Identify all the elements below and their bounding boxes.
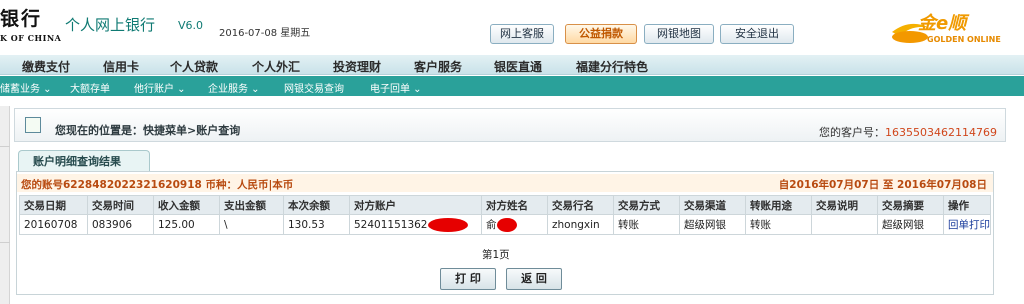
result-panel: 您的账号6228482022321620918 币种：人民币|本币 自2016年… — [16, 171, 994, 295]
breadcrumb: 您现在的位置是：快捷菜单>账户查询 您的客户号：1635503462114769 — [14, 108, 1006, 142]
back-button[interactable]: 返 回 — [506, 268, 562, 290]
account-summary: 您的账号6228482022321620918 币种：人民币|本币 — [21, 179, 294, 191]
redaction-mark — [427, 217, 468, 232]
left-gutter — [0, 106, 10, 304]
col-summary: 交易摘要 — [877, 195, 944, 215]
cell-summary: 超级网银 — [877, 214, 944, 235]
golden-online-logo-en: GOLDEN ONLINE — [927, 35, 1001, 44]
logout-button[interactable]: 安全退出 — [720, 24, 794, 44]
bank-logo-english: K OF CHINA — [0, 33, 62, 43]
col-counter-account: 对方账户 — [349, 195, 482, 215]
nav-investment[interactable]: 投资理财 — [333, 58, 381, 75]
main-nav: 缴费支付 信用卡 个人贷款 个人外汇 投资理财 客户服务 银医直通 福建分行特色 — [0, 55, 1024, 75]
cell-description — [811, 214, 878, 235]
col-operation: 操作 — [943, 195, 991, 215]
table-row: 20160708 083906 125.00 \ 130.53 52401151… — [19, 214, 991, 235]
cell-time: 083906 — [87, 214, 154, 235]
cell-income: 125.00 — [153, 214, 220, 235]
query-period: 自2016年07月07日 至 2016年07月08日 — [778, 179, 987, 191]
col-time: 交易时间 — [87, 195, 154, 215]
nav-foreign-exchange[interactable]: 个人外汇 — [252, 58, 300, 75]
cell-method: 转账 — [613, 214, 680, 235]
cell-counter-account: 52401151362 — [349, 214, 482, 235]
cell-date: 20160708 — [19, 214, 88, 235]
account-summary-bar: 您的账号6228482022321620918 币种：人民币|本币 自2016年… — [17, 174, 993, 192]
breadcrumb-text: 您现在的位置是：快捷菜单>账户查询 — [55, 124, 241, 137]
page-title: 个人网上银行 — [65, 16, 156, 34]
receipt-print-link[interactable]: 回单打印 — [943, 214, 991, 235]
branch-map-button[interactable]: 网银地图 — [644, 24, 714, 44]
location-icon — [25, 117, 41, 133]
golden-online-logo-text: 金e顺 — [918, 13, 967, 34]
subnav-savings[interactable]: 储蓄业务 ⌄ — [0, 80, 52, 95]
subnav-e-receipt[interactable]: 电子回单 ⌄ — [370, 80, 422, 95]
nav-medical[interactable]: 银医直通 — [494, 58, 542, 75]
col-counter-name: 对方姓名 — [481, 195, 548, 215]
bank-logo: 银行 — [0, 8, 43, 30]
cell-purpose: 转账 — [745, 214, 812, 235]
online-service-button[interactable]: 网上客服 — [490, 24, 554, 44]
col-date: 交易日期 — [19, 195, 88, 215]
header: 银行 K OF CHINA 个人网上银行 V6.0 2016-07-08 星期五… — [0, 0, 1024, 52]
cell-expense: \ — [219, 214, 284, 235]
col-channel: 交易渠道 — [679, 195, 746, 215]
nav-fujian-branch[interactable]: 福建分行特色 — [576, 58, 648, 75]
nav-credit-card[interactable]: 信用卡 — [103, 58, 139, 75]
subnav-large-deposit[interactable]: 大额存单 — [70, 80, 110, 95]
nav-personal-loan[interactable]: 个人贷款 — [170, 58, 218, 75]
sub-nav: 储蓄业务 ⌄ 大额存单 他行账户 ⌄ 企业服务 ⌄ 网银交易查询 电子回单 ⌄ — [0, 76, 1024, 96]
col-method: 交易方式 — [613, 195, 680, 215]
nav-payment[interactable]: 缴费支付 — [22, 58, 70, 75]
col-purpose: 转账用途 — [745, 195, 812, 215]
subnav-enterprise[interactable]: 企业服务 ⌄ — [208, 80, 260, 95]
tab-account-detail[interactable]: 账户明细查询结果 — [18, 150, 150, 172]
page-indicator: 第1页 — [482, 249, 510, 261]
customer-number: 您的客户号：1635503462114769 — [819, 126, 997, 139]
subnav-transaction-query[interactable]: 网银交易查询 — [284, 80, 344, 95]
col-bank-name: 交易行名 — [547, 195, 614, 215]
col-income: 收入金额 — [153, 195, 220, 215]
transaction-table: 交易日期 交易时间 收入金额 支出金额 本次余额 对方账户 对方姓名 交易行名 … — [19, 195, 991, 235]
cell-bank-name: zhongxin — [547, 214, 614, 235]
redaction-mark — [496, 218, 517, 232]
nav-customer-service[interactable]: 客户服务 — [414, 58, 462, 75]
current-date: 2016-07-08 星期五 — [219, 28, 311, 39]
cell-channel: 超级网银 — [679, 214, 746, 235]
version-label: V6.0 — [178, 19, 204, 32]
print-button[interactable]: 打 印 — [440, 268, 496, 290]
cell-balance: 130.53 — [283, 214, 350, 235]
col-description: 交易说明 — [811, 195, 878, 215]
cell-counter-name: 俞 — [481, 214, 548, 235]
subnav-other-bank[interactable]: 他行账户 ⌄ — [134, 80, 186, 95]
col-expense: 支出金额 — [219, 195, 284, 215]
col-balance: 本次余额 — [283, 195, 350, 215]
donation-button[interactable]: 公益捐款 — [565, 24, 637, 44]
